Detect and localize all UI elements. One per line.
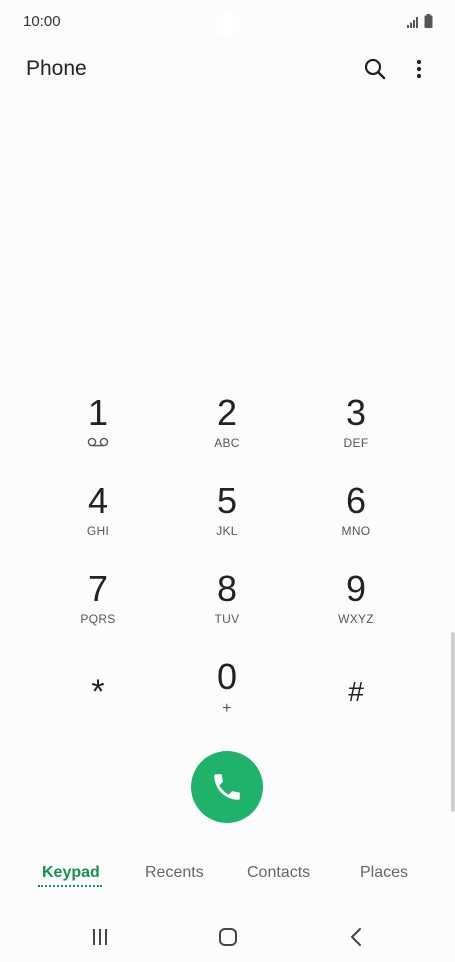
key-letters: JKL — [216, 524, 238, 538]
back-icon — [351, 928, 361, 946]
key-digit: 3 — [345, 392, 367, 433]
battery-icon — [424, 14, 433, 28]
key-letters: ABC — [214, 436, 240, 450]
status-time: 10:00 — [23, 13, 61, 30]
call-button[interactable] — [191, 751, 263, 823]
key-digit: * — [91, 673, 105, 711]
home-icon — [219, 928, 237, 946]
key-7[interactable]: 7 PQRS — [38, 569, 158, 649]
tab-contacts[interactable]: Contacts — [247, 864, 310, 882]
key-0[interactable]: 0 + — [167, 657, 287, 737]
key-letters: WXYZ — [338, 612, 374, 626]
page-title: Phone — [26, 57, 87, 80]
scroll-indicator — [451, 632, 455, 812]
app-header: Phone — [0, 44, 455, 92]
key-digit: 8 — [216, 568, 238, 609]
key-6[interactable]: 6 MNO — [296, 481, 416, 561]
key-letters: MNO — [341, 524, 371, 538]
key-1[interactable]: 1 — [38, 393, 158, 473]
key-letters: TUV — [214, 612, 240, 626]
key-digit: # — [348, 676, 364, 707]
home-button[interactable] — [213, 924, 243, 950]
key-star[interactable]: * — [38, 672, 158, 752]
key-plus: + — [222, 700, 232, 717]
status-bar: 10:00 — [0, 0, 455, 44]
key-8[interactable]: 8 TUV — [167, 569, 287, 649]
system-navigation-bar — [0, 914, 455, 962]
tab-places[interactable]: Places — [360, 864, 408, 882]
key-3[interactable]: 3 DEF — [296, 393, 416, 473]
key-digit: 6 — [345, 480, 367, 521]
key-9[interactable]: 9 WXYZ — [296, 569, 416, 649]
key-digit: 4 — [87, 480, 109, 521]
key-digit: 5 — [216, 480, 238, 521]
key-4[interactable]: 4 GHI — [38, 481, 158, 561]
recent-apps-button[interactable] — [85, 924, 115, 950]
active-tab-indicator — [38, 885, 102, 887]
back-button[interactable] — [341, 924, 371, 950]
phone-icon — [214, 774, 240, 800]
key-letters: DEF — [343, 436, 369, 450]
key-letters: PQRS — [80, 612, 116, 626]
camera-cutout — [215, 12, 240, 37]
tab-recents[interactable]: Recents — [145, 864, 204, 882]
status-icons — [407, 14, 433, 28]
key-5[interactable]: 5 JKL — [167, 481, 287, 561]
key-digit: 1 — [87, 392, 109, 433]
key-digit: 7 — [87, 568, 109, 609]
key-digit: 9 — [345, 568, 367, 609]
key-digit: 0 — [216, 656, 238, 697]
voicemail-icon — [87, 437, 109, 447]
key-letters: GHI — [86, 524, 110, 538]
key-hash[interactable]: # — [296, 672, 416, 752]
search-icon[interactable] — [362, 56, 388, 82]
key-2[interactable]: 2 ABC — [167, 393, 287, 473]
key-digit: 2 — [216, 392, 238, 433]
recent-apps-icon — [93, 929, 107, 945]
signal-icon — [407, 17, 418, 28]
tab-keypad[interactable]: Keypad — [42, 864, 100, 882]
more-options-icon[interactable] — [406, 56, 432, 82]
bottom-tabs: Keypad Recents Contacts Places — [0, 858, 455, 898]
